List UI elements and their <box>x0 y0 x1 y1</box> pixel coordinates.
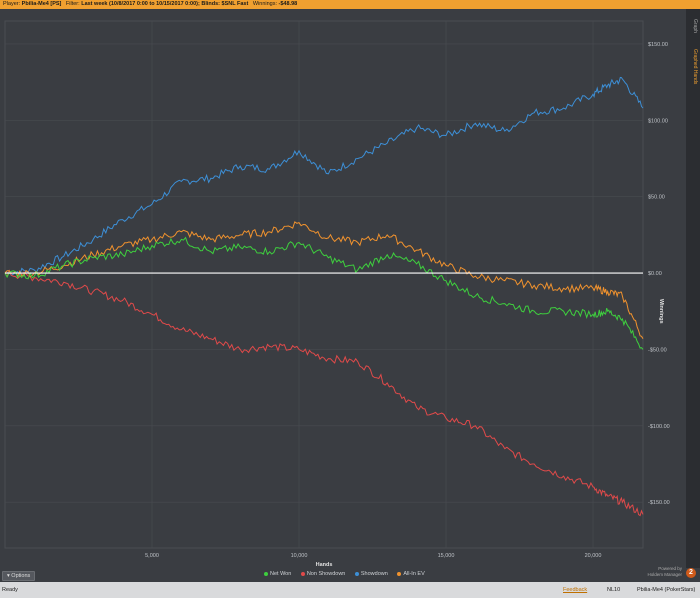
filter-value[interactable]: Last week (10/8/2017 0:00 to 10/15/2017 … <box>81 1 248 7</box>
brand-name: Holdem Manager <box>647 572 682 577</box>
options-label: Options <box>11 573 31 579</box>
stake-indicator: NL10 <box>607 587 621 593</box>
status-bar: Ready Feedback NL10 Pbilia-Me4 (PokerSta… <box>0 582 700 598</box>
y-tick-label: -$150.00 <box>648 500 670 506</box>
status-ready: Ready <box>2 587 18 593</box>
filter-label: Filter: <box>65 1 80 7</box>
axis-labels: 5,000 10,000 15,000 20,000 $150.00 $100.00 $50… <box>145 42 670 568</box>
side-tab-strip: Graph Graphed Hands <box>686 9 700 568</box>
x-tick-label: 20,000 <box>585 553 602 559</box>
winnings-label: Winnings: <box>252 1 278 7</box>
winnings-value: -$48.98 <box>278 1 298 7</box>
tab-graph[interactable]: Graph <box>692 19 698 33</box>
y-axis-label: Winnings <box>658 299 664 324</box>
series-line-showdown <box>4 76 644 276</box>
x-tick-label: 15,000 <box>438 553 455 559</box>
options-button[interactable]: ▾ Options <box>2 571 36 581</box>
feedback-link[interactable]: Feedback <box>563 582 587 598</box>
player-label: Player: <box>3 1 21 7</box>
y-tick-label: -$100.00 <box>648 424 670 430</box>
x-tick-label: 10,000 <box>291 553 308 559</box>
y-tick-label: $50.00 <box>648 195 665 201</box>
branding: Powered by Holdem Manager <box>647 566 682 578</box>
holdem-manager-logo-icon: 2 <box>686 568 696 578</box>
x-tick-label: 5,000 <box>145 553 159 559</box>
y-tick-label: $100.00 <box>648 118 668 124</box>
series-line-non-showdown <box>4 269 644 517</box>
winnings-chart: 5,000 10,000 15,000 20,000 $150.00 $100.00 $50… <box>4 20 670 568</box>
y-tick-label: -$50.00 <box>648 347 667 353</box>
y-tick-label: $0.00 <box>648 271 662 277</box>
tab-graphed-hands[interactable]: Graphed Hands <box>692 49 698 84</box>
y-tick-label: $150.00 <box>648 42 668 48</box>
filter-bar: Player: Pbilia-Me4 [PS] Filter: Last wee… <box>0 0 700 9</box>
series-line-all-in-ev <box>4 221 644 339</box>
series-layer <box>4 76 644 517</box>
options-bar: ▾ Options Powered by Holdem Manager 2 <box>0 566 700 581</box>
player-name[interactable]: Pbilia-Me4 [PS] <box>22 1 62 7</box>
active-player: Pbilia-Me4 (PokerStars) <box>637 587 696 593</box>
